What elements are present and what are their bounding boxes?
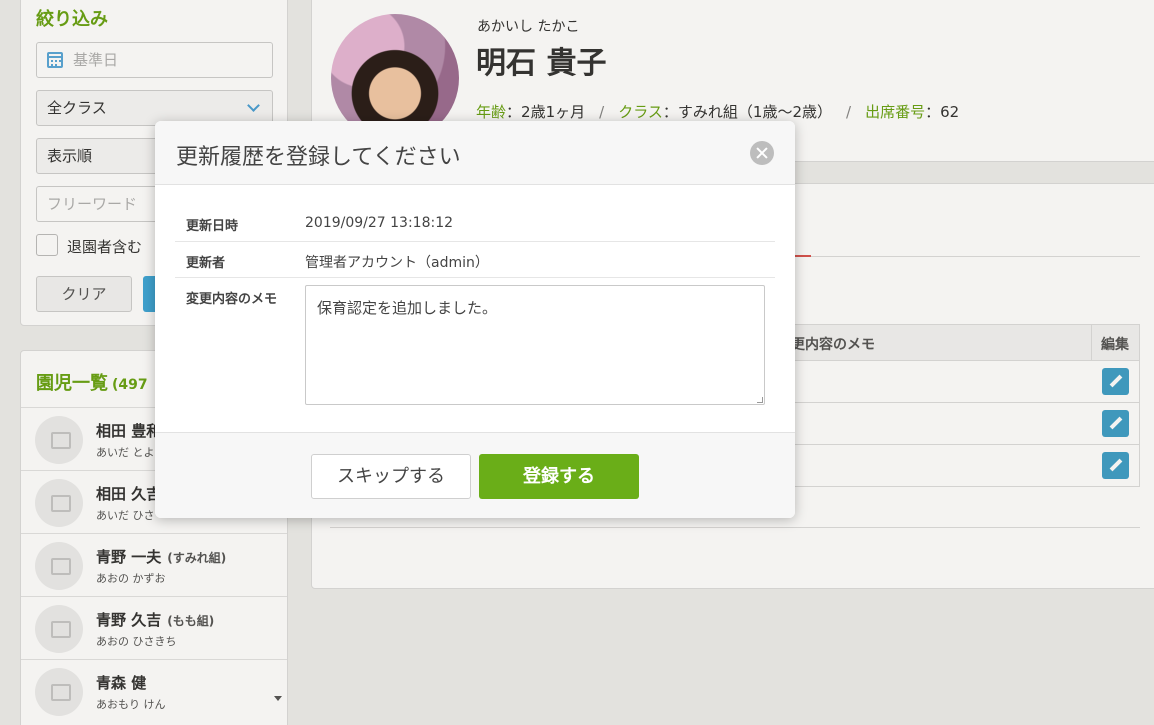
modal-title: 更新履歴を登録してください xyxy=(176,145,461,170)
register-button[interactable]: 登録する xyxy=(479,454,639,499)
update-date-value: 2019/09/27 13:18:12 xyxy=(305,215,454,231)
skip-button[interactable]: スキップする xyxy=(311,454,471,499)
updater-row: 更新者 管理者アカウント（admin） xyxy=(175,242,775,278)
updater-label: 更新者 xyxy=(186,256,226,271)
update-date-label: 更新日時 xyxy=(186,219,239,234)
close-button[interactable] xyxy=(750,141,774,165)
resize-handle-icon[interactable] xyxy=(757,397,763,403)
memo-label: 変更内容のメモ xyxy=(186,292,278,307)
updater-value: 管理者アカウント（admin） xyxy=(305,255,489,271)
update-date-row: 更新日時 2019/09/27 13:18:12 xyxy=(175,205,775,242)
close-icon xyxy=(750,141,774,165)
update-history-modal: 更新履歴を登録してください 更新日時 2019/09/27 13:18:12 更… xyxy=(155,121,795,518)
modal-footer: スキップする 登録する xyxy=(155,432,795,518)
memo-textarea[interactable]: 保育認定を追加しました。 xyxy=(305,285,765,405)
modal-header: 更新履歴を登録してください xyxy=(155,121,795,185)
